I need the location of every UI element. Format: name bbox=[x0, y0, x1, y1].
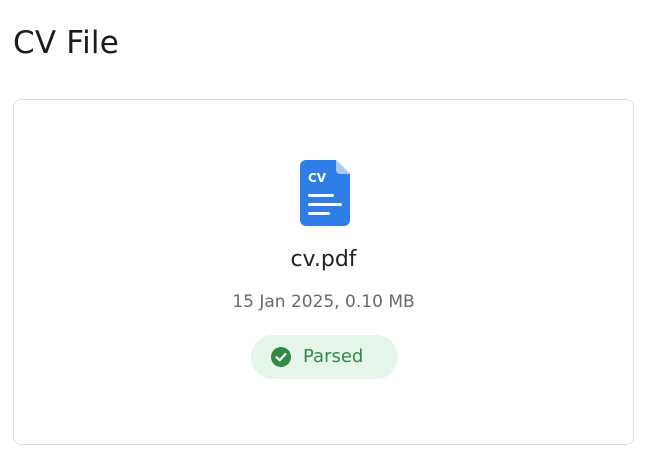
page-title: CV File bbox=[13, 25, 119, 61]
status-badge: Parsed bbox=[251, 335, 398, 379]
status-label: Parsed bbox=[303, 346, 364, 367]
file-name: cv.pdf bbox=[290, 247, 357, 272]
cv-document-icon: CV bbox=[300, 160, 350, 226]
svg-text:CV: CV bbox=[308, 171, 327, 185]
check-circle-icon bbox=[271, 347, 291, 367]
file-meta: 15 Jan 2025, 0.10 MB bbox=[232, 292, 415, 312]
cv-file-card: CV cv.pdf 15 Jan 2025, 0.10 MB Parsed bbox=[13, 99, 634, 445]
